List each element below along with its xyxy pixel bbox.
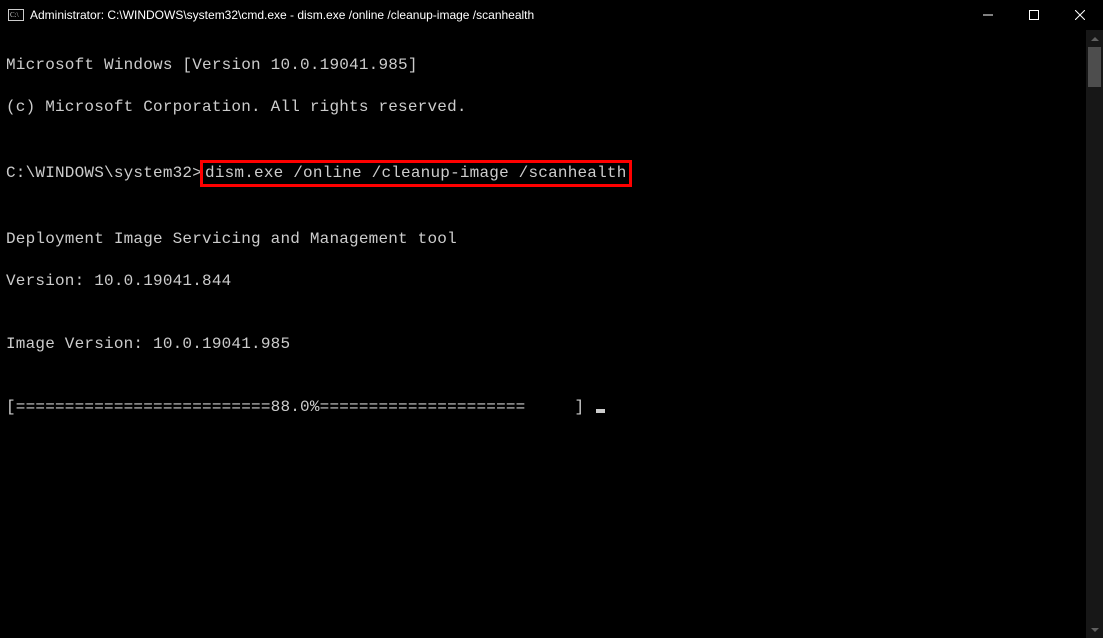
terminal-output[interactable]: Microsoft Windows [Version 10.0.19041.98…: [0, 30, 1086, 638]
typed-command: dism.exe /online /cleanup-image /scanhea…: [205, 164, 626, 182]
close-button[interactable]: [1057, 0, 1103, 29]
minimize-button[interactable]: [965, 0, 1011, 29]
maximize-button[interactable]: [1011, 0, 1057, 29]
copyright-line: (c) Microsoft Corporation. All rights re…: [6, 97, 1080, 118]
client-area: Microsoft Windows [Version 10.0.19041.98…: [0, 30, 1103, 638]
cmd-window: C:\ Administrator: C:\WINDOWS\system32\c…: [0, 0, 1103, 638]
window-controls: [965, 0, 1103, 29]
scroll-down-arrow-icon[interactable]: [1086, 621, 1103, 638]
window-title: Administrator: C:\WINDOWS\system32\cmd.e…: [30, 8, 965, 22]
command-highlight: dism.exe /online /cleanup-image /scanhea…: [200, 160, 631, 187]
progress-line: [==========================88.0%========…: [6, 397, 1080, 418]
tool-version-line: Version: 10.0.19041.844: [6, 271, 1080, 292]
svg-text:C:\: C:\: [10, 11, 19, 19]
cursor: [596, 409, 605, 413]
image-version-line: Image Version: 10.0.19041.985: [6, 334, 1080, 355]
prompt-prefix: C:\WINDOWS\system32>: [6, 164, 202, 182]
tool-name-line: Deployment Image Servicing and Managemen…: [6, 229, 1080, 250]
vertical-scrollbar[interactable]: [1086, 30, 1103, 638]
titlebar[interactable]: C:\ Administrator: C:\WINDOWS\system32\c…: [0, 0, 1103, 30]
version-line: Microsoft Windows [Version 10.0.19041.98…: [6, 55, 1080, 76]
prompt-line: C:\WINDOWS\system32>dism.exe /online /cl…: [6, 160, 1080, 187]
progress-bar-text: [==========================88.0%========…: [6, 398, 594, 416]
cmd-icon: C:\: [8, 7, 24, 23]
scroll-thumb[interactable]: [1088, 47, 1101, 87]
scroll-track[interactable]: [1086, 47, 1103, 621]
scroll-up-arrow-icon[interactable]: [1086, 30, 1103, 47]
